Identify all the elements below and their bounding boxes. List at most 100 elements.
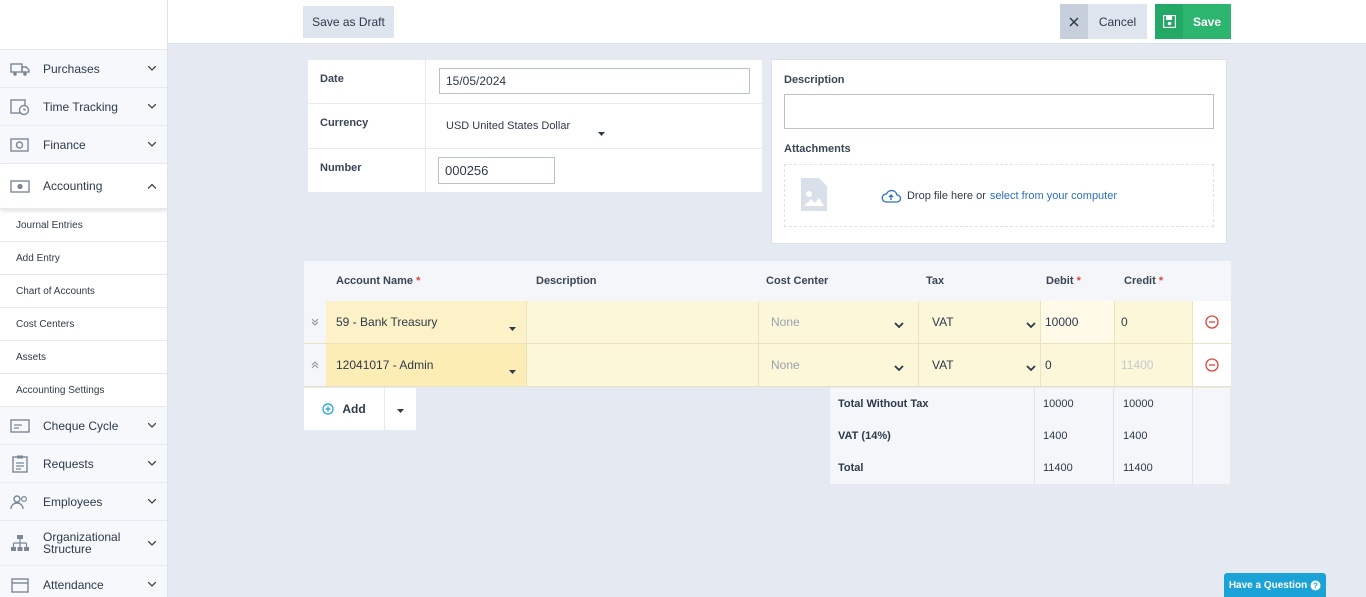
sidebar-item-time-tracking[interactable]: Time Tracking bbox=[0, 88, 167, 126]
drop-text: Drop file here or bbox=[906, 189, 986, 202]
remove-line-icon[interactable] bbox=[1192, 301, 1231, 343]
sidebar-sub-add-entry[interactable]: Add Entry bbox=[0, 242, 167, 275]
number-input[interactable]: 000256 bbox=[438, 157, 555, 184]
cost-center-select[interactable]: None bbox=[758, 344, 918, 386]
description-input[interactable] bbox=[784, 94, 1214, 129]
debit-input[interactable]: 0 bbox=[1040, 344, 1114, 386]
save-button[interactable]: Save bbox=[1183, 4, 1231, 39]
image-file-icon bbox=[801, 178, 827, 214]
sidebar-item-label: Accounting bbox=[43, 179, 103, 193]
currency-select[interactable]: USD United States Dollar bbox=[446, 120, 570, 132]
sidebar-item-cheque-cycle[interactable]: Cheque Cycle bbox=[0, 407, 167, 445]
remove-line-icon[interactable] bbox=[1192, 344, 1231, 386]
sidebar-sub-journal-entries[interactable]: Journal Entries bbox=[0, 209, 167, 242]
chevron-down-icon bbox=[1026, 360, 1036, 374]
chevron-down-icon bbox=[147, 64, 157, 74]
tax-select[interactable]: VAT bbox=[918, 301, 1040, 343]
chevron-up-icon bbox=[147, 181, 157, 191]
table-row: 12041017 - Admin None VAT 0 11400 bbox=[304, 344, 1231, 387]
line-description-input[interactable] bbox=[526, 301, 758, 343]
org-chart-icon bbox=[10, 534, 30, 552]
cost-center-select[interactable]: None bbox=[758, 301, 918, 343]
chevron-down-icon bbox=[147, 538, 157, 548]
total-without-tax-row: Total Without Tax 10000 10000 bbox=[838, 398, 1154, 410]
account-value: 59 - Bank Treasury bbox=[336, 315, 438, 329]
chevron-down-icon bbox=[894, 317, 904, 331]
description-attachments-card: Description Attachments Drop file here o… bbox=[771, 59, 1227, 244]
sidebar-item-label: Time Tracking bbox=[43, 99, 118, 114]
save-as-draft-button[interactable]: Save as Draft bbox=[303, 6, 394, 38]
journal-lines-table: Account Name * Description Cost Center T… bbox=[304, 261, 1231, 387]
header-account-name: Account Name * bbox=[336, 275, 421, 287]
safe-icon bbox=[10, 136, 30, 154]
caret-down-icon[interactable] bbox=[598, 125, 605, 139]
chevron-down-icon bbox=[1026, 317, 1036, 331]
sidebar-item-purchases[interactable]: Purchases bbox=[0, 50, 167, 88]
add-line-button[interactable]: Add bbox=[304, 388, 384, 430]
users-icon bbox=[10, 493, 30, 511]
sidebar-header bbox=[0, 0, 167, 50]
caret-down-icon bbox=[509, 320, 516, 334]
select-file-link[interactable]: select from your computer bbox=[990, 190, 1117, 202]
number-row: Number 000256 bbox=[308, 149, 762, 192]
sidebar-item-organizational-structure[interactable]: Organizational Structure bbox=[0, 521, 167, 566]
date-row: Date 15/05/2024 bbox=[308, 60, 762, 104]
cloud-upload-icon bbox=[881, 189, 901, 203]
line-description-input[interactable] bbox=[526, 344, 758, 386]
tax-select[interactable]: VAT bbox=[918, 344, 1040, 386]
sidebar-item-label: Organizational Structure bbox=[43, 530, 121, 556]
sidebar-item-requests[interactable]: Requests bbox=[0, 445, 167, 483]
question-circle-icon: ? bbox=[1310, 580, 1321, 591]
sidebar-sub-chart-of-accounts[interactable]: Chart of Accounts bbox=[0, 275, 167, 308]
close-icon[interactable] bbox=[1060, 4, 1088, 39]
table-header: Account Name * Description Cost Center T… bbox=[304, 261, 1231, 301]
header-tax: Tax bbox=[926, 275, 945, 287]
debit-input[interactable]: 10000 bbox=[1040, 301, 1114, 343]
vat-row: VAT (14%) 1400 1400 bbox=[838, 430, 1148, 442]
calendar-icon bbox=[10, 576, 30, 594]
entry-details-card: Date 15/05/2024 Currency USD United Stat… bbox=[308, 60, 762, 192]
clipboard-icon bbox=[10, 455, 30, 473]
sidebar-item-label: Cheque Cycle bbox=[43, 418, 119, 433]
sidebar-item-accounting[interactable]: Accounting bbox=[0, 164, 167, 209]
sidebar-item-finance[interactable]: Finance bbox=[0, 126, 167, 164]
date-input[interactable]: 15/05/2024 bbox=[439, 68, 750, 94]
currency-row: Currency USD United States Dollar bbox=[308, 104, 762, 149]
svg-text:?: ? bbox=[1313, 581, 1318, 590]
header-debit: Debit * bbox=[1046, 275, 1081, 287]
cheque-icon bbox=[10, 417, 30, 435]
cancel-button[interactable]: Cancel bbox=[1088, 4, 1147, 39]
money-icon bbox=[10, 177, 30, 195]
move-down-icon[interactable] bbox=[304, 301, 326, 343]
truck-icon bbox=[10, 60, 30, 78]
sidebar-sub-accounting-settings[interactable]: Accounting Settings bbox=[0, 374, 167, 407]
sidebar-item-employees[interactable]: Employees bbox=[0, 483, 167, 521]
sidebar-sub-assets[interactable]: Assets bbox=[0, 341, 167, 374]
sidebar-item-label: Employees bbox=[43, 494, 103, 509]
caret-down-icon bbox=[397, 402, 404, 416]
credit-input[interactable]: 11400 bbox=[1114, 344, 1192, 386]
header-credit: Credit * bbox=[1124, 275, 1164, 287]
sidebar-item-label: Attendance bbox=[43, 577, 104, 592]
add-options-dropdown[interactable] bbox=[385, 388, 416, 430]
chevron-down-icon bbox=[147, 497, 157, 507]
sidebar-item-attendance[interactable]: Attendance bbox=[0, 566, 167, 597]
sidebar: Purchases Time Tracking Finance Accounti… bbox=[0, 0, 168, 597]
account-select[interactable]: 12041017 - Admin bbox=[326, 344, 526, 386]
header-cost-center: Cost Center bbox=[766, 275, 829, 287]
sidebar-sub-cost-centers[interactable]: Cost Centers bbox=[0, 308, 167, 341]
account-select[interactable]: 59 - Bank Treasury bbox=[326, 301, 526, 343]
calendar-clock-icon bbox=[10, 98, 30, 116]
chevron-down-icon bbox=[147, 421, 157, 431]
chevron-down-icon bbox=[147, 459, 157, 469]
have-a-question-button[interactable]: Have a Question ? bbox=[1224, 573, 1326, 597]
plus-circle-icon bbox=[322, 403, 334, 415]
move-up-icon[interactable] bbox=[304, 344, 326, 386]
file-drop-zone[interactable]: Drop file here or select from your compu… bbox=[784, 164, 1214, 227]
sidebar-item-label: Requests bbox=[43, 456, 94, 471]
date-label: Date bbox=[308, 60, 426, 103]
currency-label: Currency bbox=[308, 104, 426, 148]
credit-input[interactable]: 0 bbox=[1114, 301, 1192, 343]
floppy-disk-icon[interactable] bbox=[1155, 4, 1183, 39]
account-value: 12041017 - Admin bbox=[336, 358, 434, 372]
